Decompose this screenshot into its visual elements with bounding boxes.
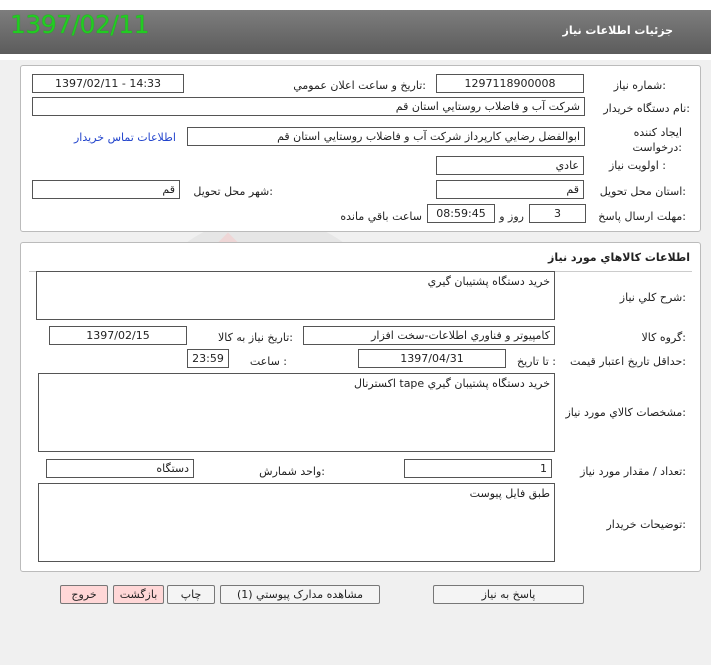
creator-label: ايجاد کننده درخواست: — [632, 126, 683, 154]
qty-field: 1 — [404, 459, 552, 478]
announce-field: 1397/02/11 - 14:33 — [32, 74, 184, 93]
time-left-label: ساعت باقي مانده — [340, 210, 422, 223]
unit-label: واحد شمارش: — [259, 465, 325, 478]
group-label: گروه کالا: — [641, 331, 686, 344]
page-title: جزئيات اطلاعات نياز — [562, 24, 674, 37]
buyer-contact-link[interactable]: اطلاعات تماس خريدار — [74, 131, 176, 144]
min-price-date-label: حداقل تاريخ اعتبار قيمت: — [570, 355, 686, 368]
need-number-label: شماره نياز: — [613, 79, 666, 92]
exit-button[interactable]: خروج — [60, 585, 108, 604]
goods-section-title: اطلاعات کالاهاي مورد نياز — [548, 251, 690, 264]
buyer-notes-label: توضيحات خريدار: — [606, 518, 687, 531]
priority-label: اولويت نياز : — [608, 159, 666, 172]
back-button[interactable]: بازگشت — [113, 585, 164, 604]
summary-label: شرح کلي نياز: — [619, 291, 686, 304]
time-left-field: 08:59:45 — [427, 204, 495, 223]
announce-label: تاريخ و ساعت اعلان عمومي: — [293, 79, 426, 92]
print-button[interactable]: چاپ — [167, 585, 215, 604]
city-field: قم — [32, 180, 180, 199]
qty-label: تعداد / مقدار مورد نياز: — [580, 465, 686, 478]
need-number-field: 1297118900008 — [436, 74, 584, 93]
reply-button[interactable]: پاسخ به نياز — [433, 585, 584, 604]
province-field: قم — [436, 180, 584, 199]
buyer-notes-field: طبق فايل پيوست — [38, 483, 555, 562]
buyer-org-label: نام دستگاه خريدار: — [603, 102, 690, 115]
header: جزئيات اطلاعات نياز 1397/02/11 — [0, 0, 711, 60]
province-label: استان محل تحويل: — [599, 185, 686, 198]
city-label: شهر محل تحويل: — [193, 185, 273, 198]
summary-field: خريد دستگاه پشتيبان گيري — [36, 271, 555, 320]
need-date-field: 1397/02/15 — [49, 326, 187, 345]
specs-field: خريد دستگاه پشتيبان گيري tape اکسترنال — [38, 373, 555, 452]
creator-field: ابوالفضل رضايي کارپرداز شرکت آب و فاضلاب… — [187, 127, 585, 146]
days-field: 3 — [529, 204, 586, 223]
hour-label: ساعت : — [249, 355, 287, 368]
hour-field: 23:59 — [187, 349, 229, 368]
need-date-label: تاريخ نياز به کالا: — [218, 331, 293, 344]
days-label: روز و — [499, 210, 524, 223]
unit-field: دستگاه — [46, 459, 194, 478]
until-date-label: تا تاريخ : — [517, 355, 556, 368]
specs-label: مشخصات کالاي مورد نياز: — [565, 406, 686, 419]
view-attachments-button[interactable]: مشاهده مدارک پيوستي (1) — [220, 585, 380, 604]
header-date: 1397/02/11 — [10, 10, 150, 39]
group-field: کامپيوتر و فناوري اطلاعات-سخت افزار — [303, 326, 555, 345]
buyer-org-field: شرکت آب و فاضلاب روستايي استان قم — [32, 97, 585, 116]
priority-field: عادي — [436, 156, 584, 175]
deadline-label: مهلت ارسال پاسخ: — [598, 210, 686, 223]
until-date-field: 1397/04/31 — [358, 349, 506, 368]
